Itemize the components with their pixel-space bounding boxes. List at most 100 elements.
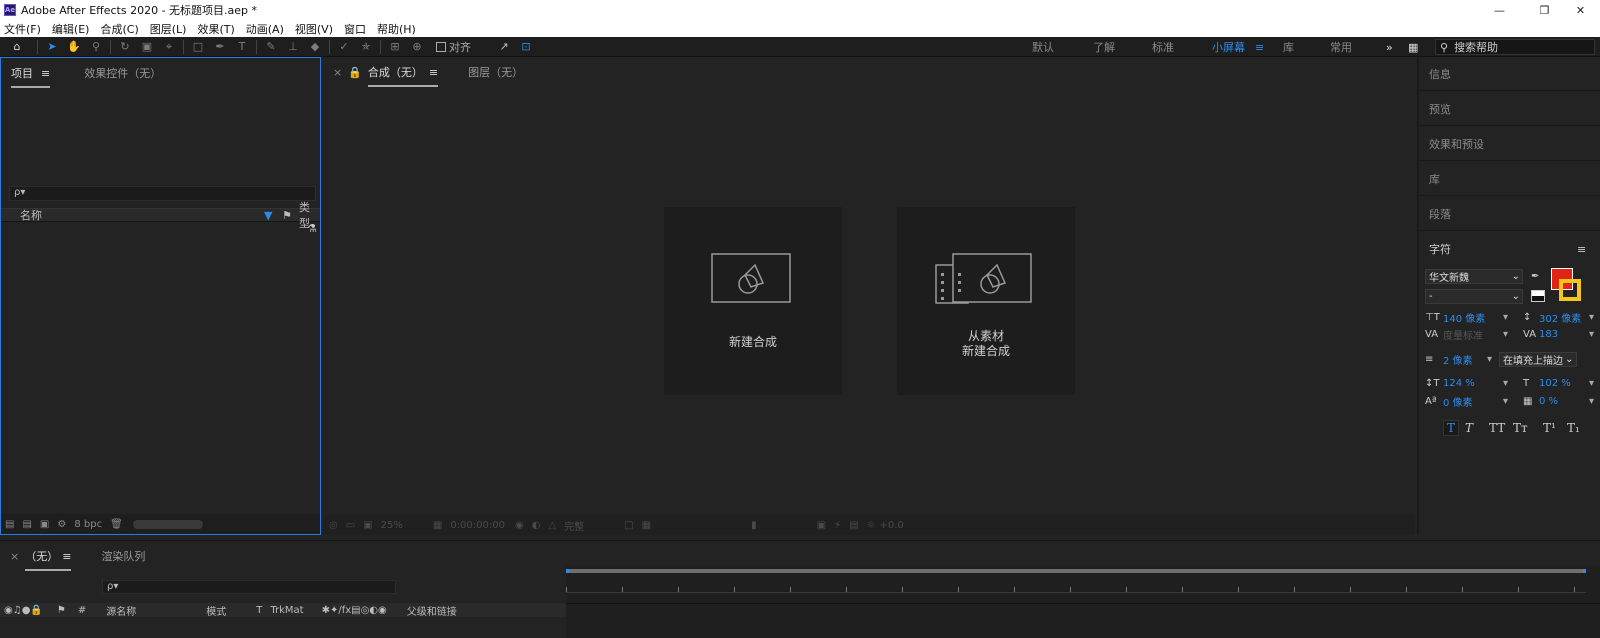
delete-icon[interactable]: 🗑 [110, 519, 123, 530]
magnification-dropdown[interactable]: 25% [381, 520, 403, 531]
menu-view[interactable]: 视图(V) [295, 21, 333, 37]
workspace-standard[interactable]: 标准 [1152, 37, 1174, 57]
minimize-button[interactable]: — [1477, 0, 1522, 20]
timeline-search-input[interactable]: ρ▾ [102, 580, 396, 594]
superscript-button[interactable]: T¹ [1543, 421, 1563, 435]
label-tag-icon[interactable]: ⚑ [282, 209, 292, 222]
tab-project[interactable]: 项目 ≡ [11, 58, 51, 88]
safe-zones-icon[interactable]: ▦ [433, 520, 442, 531]
panel-menu-icon[interactable]: ≡ [41, 67, 50, 80]
clone-stamp-tool-icon[interactable]: ⊥ [282, 40, 304, 53]
current-time[interactable]: 0:00:00:00 [450, 520, 505, 531]
close-tab-icon[interactable]: × [10, 550, 19, 563]
selection-tool-icon[interactable]: ➤ [41, 40, 63, 53]
label-tag-icon[interactable]: ⚑ [57, 605, 66, 616]
color-depth-label[interactable]: 8 bpc [74, 519, 102, 530]
time-ruler[interactable] [566, 566, 1600, 638]
info-panel-header[interactable]: 信息 [1419, 57, 1600, 91]
interpret-footage-icon[interactable]: ▤ [5, 519, 14, 530]
faux-italic-button[interactable]: T [1465, 421, 1483, 435]
workspace-toggle-icon[interactable]: ▦ [1408, 37, 1418, 57]
workspace-library[interactable]: 库 [1283, 37, 1294, 57]
small-caps-button[interactable]: Tт [1513, 421, 1537, 435]
vertical-scale-value[interactable]: 124 % [1443, 378, 1503, 389]
layer-switches-icons[interactable]: ✱✦∕fx▤◎◐◉ [322, 605, 387, 616]
flowchart-icon[interactable]: ⚗ [307, 222, 317, 235]
new-folder-icon[interactable]: ▤ [22, 519, 31, 530]
column-t[interactable]: T [256, 605, 262, 616]
new-composition-button[interactable]: 新建合成 [664, 207, 842, 395]
column-mode[interactable]: 模式 [206, 603, 226, 618]
type-tool-icon[interactable]: T [231, 40, 253, 53]
eyedropper-icon[interactable]: ✒ [1531, 271, 1539, 282]
view-layout-icon[interactable]: ▮ [751, 520, 757, 531]
menu-file[interactable]: 文件(F) [4, 21, 41, 37]
column-parent-link[interactable]: 父级和链接 [407, 603, 457, 618]
panel-menu-icon[interactable]: ≡ [62, 550, 71, 563]
snap-target-icon[interactable]: ⊡ [515, 40, 537, 53]
kerning-value[interactable]: 度量标准 [1443, 327, 1503, 342]
region-of-interest-icon[interactable]: □ [624, 520, 633, 531]
effects-presets-panel-header[interactable]: 效果和预设 [1419, 127, 1600, 161]
tab-timeline-none[interactable]: （无） ≡ [25, 541, 72, 571]
paragraph-panel-header[interactable]: 段落 [1419, 197, 1600, 231]
show-snapshot-icon[interactable]: ◐ [532, 520, 541, 531]
tab-layer[interactable]: 图层（无） [468, 57, 523, 87]
menu-edit[interactable]: 编辑(E) [52, 21, 90, 37]
workspace-small-screen[interactable]: 小屏幕 [1212, 37, 1245, 57]
close-button[interactable]: ✕ [1558, 0, 1600, 20]
font-size-value[interactable]: 140 像素 [1443, 310, 1503, 325]
tab-composition[interactable]: 合成（无） ≡ [367, 57, 439, 87]
fast-previews-icon[interactable]: ⚡ [834, 520, 841, 531]
subscript-button[interactable]: T₁ [1567, 421, 1587, 435]
camera-tool-icon[interactable]: ▣ [136, 40, 158, 53]
world-axis-icon[interactable]: ⊕ [406, 40, 428, 53]
help-search-input[interactable]: ⚲ 搜索帮助 [1435, 39, 1595, 55]
exposure-value[interactable]: +0.0 [879, 520, 903, 531]
tab-effect-controls[interactable]: 效果控件（无） [84, 58, 161, 88]
work-area-bar[interactable] [566, 569, 1586, 573]
snapshot-icon[interactable]: ◉ [515, 520, 524, 531]
menu-window[interactable]: 窗口 [344, 21, 366, 37]
puppet-tool-icon[interactable]: ✯ [355, 40, 377, 53]
preview-panel-header[interactable]: 预览 [1419, 92, 1600, 126]
roto-brush-tool-icon[interactable]: ✓ [333, 40, 355, 53]
column-name[interactable]: 名称 [20, 207, 42, 223]
project-settings-icon[interactable]: ⚙ [57, 519, 66, 530]
lock-icon[interactable]: 🔒 [348, 66, 362, 79]
home-icon[interactable]: ⌂ [0, 40, 34, 53]
menu-animation[interactable]: 动画(A) [246, 21, 284, 37]
close-tab-icon[interactable]: × [333, 66, 342, 79]
sort-chevron-down-icon[interactable]: ▼ [264, 209, 272, 222]
menu-composition[interactable]: 合成(C) [100, 21, 138, 37]
toggle-pixel-aspect-icon[interactable]: ▣ [817, 520, 826, 531]
stroke-mode-dropdown[interactable]: 在填充上描边 ⌄ [1499, 351, 1578, 367]
pan-behind-tool-icon[interactable]: ⌖ [158, 40, 180, 54]
exposure-icon[interactable]: ☼ [867, 520, 876, 531]
font-style-dropdown[interactable]: - ⌄ [1425, 288, 1523, 304]
zoom-tool-icon[interactable]: ⚲ [85, 40, 107, 53]
always-preview-icon[interactable]: ◎ [329, 520, 338, 531]
stroke-width-value[interactable]: 2 像素 [1443, 352, 1487, 367]
monitor-icon[interactable]: ▭ [346, 520, 355, 531]
menu-help[interactable]: 帮助(H) [377, 21, 416, 37]
brush-tool-icon[interactable]: ✎ [260, 40, 282, 53]
all-caps-button[interactable]: TT [1489, 421, 1511, 435]
baseline-shift-value[interactable]: 0 像素 [1443, 394, 1503, 409]
project-search-input[interactable]: ρ▾ [9, 186, 316, 201]
faux-bold-button[interactable]: T [1443, 420, 1459, 436]
hand-tool-icon[interactable]: ✋ [63, 40, 85, 53]
vr-icon[interactable]: ▣ [363, 520, 372, 531]
leading-value[interactable]: 302 像素 [1539, 310, 1589, 325]
snap-icon[interactable]: ↗ [493, 40, 515, 53]
new-composition-icon[interactable]: ▣ [40, 519, 49, 530]
timeline-icon[interactable]: ▤ [849, 520, 858, 531]
rotation-tool-icon[interactable]: ↻ [114, 40, 136, 53]
horizontal-scale-value[interactable]: 102 % [1539, 378, 1589, 389]
horizontal-scrollbar[interactable] [132, 519, 203, 529]
column-source-name[interactable]: 源名称 [106, 603, 136, 618]
workspace-learn[interactable]: 了解 [1093, 37, 1115, 57]
new-comp-from-footage-button[interactable]: 从素材 新建合成 [897, 207, 1075, 395]
more-workspaces-icon[interactable]: » [1386, 37, 1393, 57]
transparency-grid-icon[interactable]: ▦ [642, 520, 651, 531]
